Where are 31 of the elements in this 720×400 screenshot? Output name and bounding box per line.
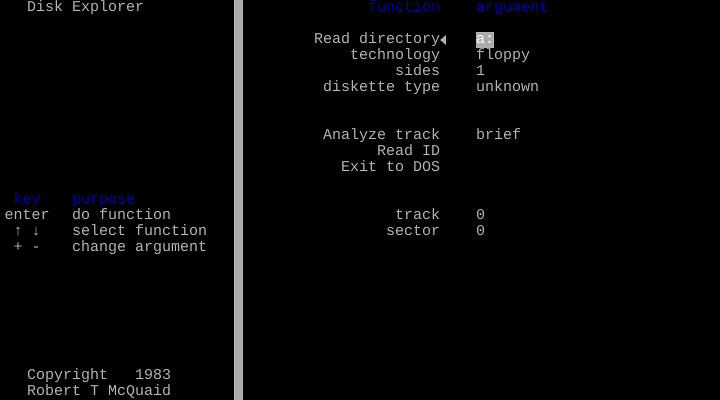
key-purpose: do function [71,208,172,224]
argument-value: floppy [476,48,530,64]
key-name: enter [3,208,50,224]
function-header: function [366,0,440,16]
argument-value: a: [476,32,494,48]
function-label[interactable]: sides [243,64,440,80]
key-name: + - [12,240,42,256]
function-label[interactable]: Read directory [243,32,440,48]
key-name: ↑ ↓ [12,224,42,240]
author-name: Robert T McQuaid [26,384,172,400]
argument-value: 1 [476,64,486,80]
argument-header: argument [476,0,548,16]
purpose-header: purpose [71,192,136,208]
function-label[interactable]: Read ID [243,144,440,160]
app-title: Disk Explorer [26,0,146,16]
key-header: key [12,192,42,208]
function-label[interactable]: technology [243,48,440,64]
function-label[interactable]: track [243,208,440,224]
function-label[interactable]: Analyze track [243,128,440,144]
copyright-label: Copyright [27,368,110,384]
key-purpose: select function [71,224,208,240]
function-label[interactable]: sector [243,224,440,240]
pointer-icon [440,35,446,45]
function-label[interactable]: Exit to DOS [243,160,440,176]
function-label[interactable]: diskette type [243,80,440,96]
argument-value: unknown [476,80,540,96]
argument-value: 0 [476,224,486,240]
argument-value: 0 [476,208,486,224]
argument-value: brief [476,128,522,144]
key-purpose: change argument [71,240,208,256]
copyright-year: 1983 [135,368,172,384]
